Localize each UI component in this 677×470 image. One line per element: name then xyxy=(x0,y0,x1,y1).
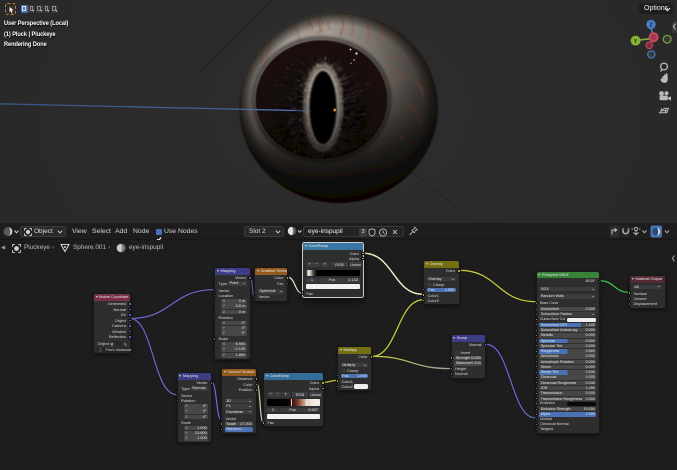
svg-text:Y: Y xyxy=(634,39,638,45)
